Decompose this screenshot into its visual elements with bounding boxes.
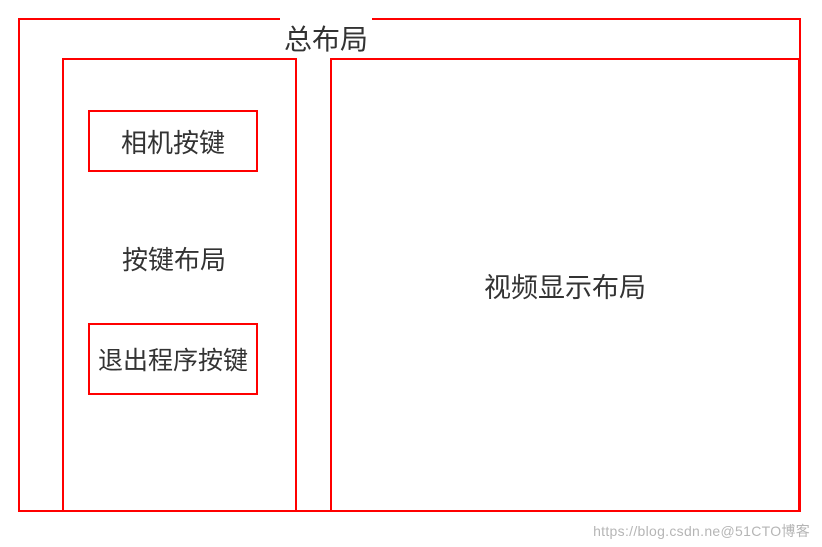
camera-button[interactable]: 相机按键	[88, 110, 258, 172]
main-title: 总布局	[280, 18, 372, 58]
outer-container: 总布局 相机按键 按键布局 退出程序按键 视频显示布局	[18, 18, 801, 512]
video-display-panel: 视频显示布局	[330, 58, 800, 512]
exit-button[interactable]: 退出程序按键	[88, 323, 258, 395]
camera-button-label: 相机按键	[121, 123, 225, 160]
exit-button-label: 退出程序按键	[98, 341, 248, 377]
video-display-label: 视频显示布局	[484, 266, 646, 305]
watermark-text: https://blog.csdn.ne@51CTO博客	[593, 521, 810, 541]
button-layout-label: 按键布局	[122, 240, 226, 277]
